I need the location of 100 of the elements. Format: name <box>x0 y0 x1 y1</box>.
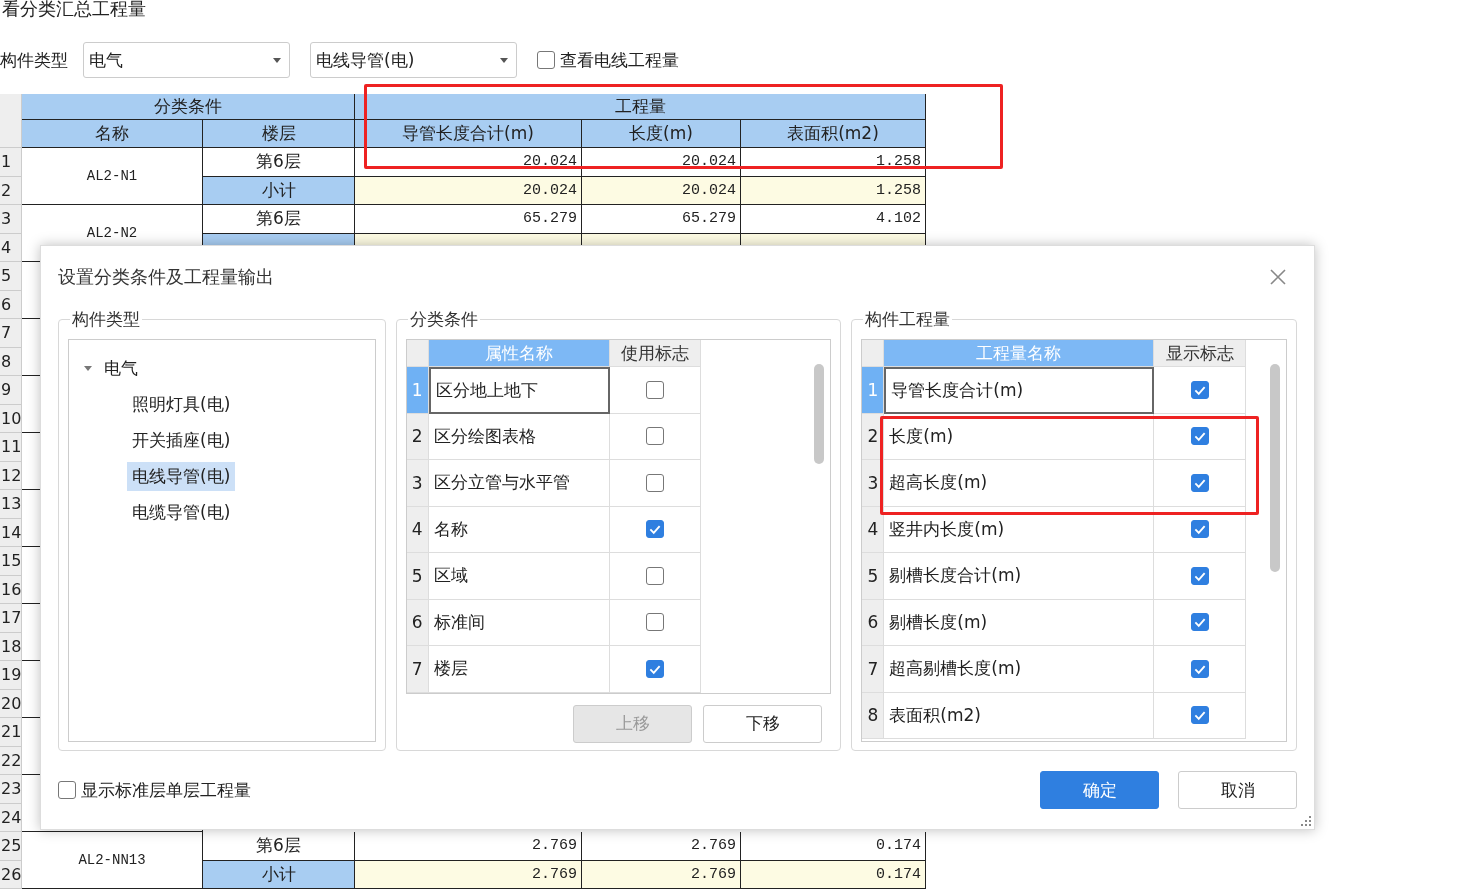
table-cell[interactable]: 表面积(m2) <box>884 692 1155 739</box>
group-title: 构件类型 <box>71 308 141 331</box>
row-number: 15 <box>0 547 22 576</box>
cancel-button[interactable]: 取消 <box>1178 771 1297 809</box>
table-cell[interactable]: 长度(m) <box>884 413 1155 460</box>
table-cell[interactable]: 竖井内长度(m) <box>884 506 1155 553</box>
column-header[interactable]: 显示标志 <box>1154 340 1247 367</box>
row-number: 23 <box>0 775 22 804</box>
column-header: 工程量 <box>355 94 926 120</box>
row-number: 7 <box>0 319 22 348</box>
checkbox[interactable] <box>645 659 664 678</box>
checkbox[interactable] <box>1190 659 1209 678</box>
table-cell: 2.769 <box>355 860 582 889</box>
column-header: 分类条件 <box>22 94 355 120</box>
checkbox[interactable] <box>645 566 664 585</box>
dropdown[interactable]: 电线导管(电) <box>310 42 517 78</box>
checkbox[interactable] <box>1190 566 1209 585</box>
row-number: 4 <box>406 506 429 553</box>
table-cell[interactable]: 区分地上地下 <box>428 367 610 414</box>
caret-icon[interactable] <box>500 57 508 63</box>
table-cell: 1.258 <box>741 148 926 177</box>
column-header: 表面积(m2) <box>741 120 926 148</box>
table-cell[interactable]: 区分绘图表格 <box>428 413 610 460</box>
table-cell[interactable]: 名称 <box>428 506 610 553</box>
checkbox[interactable] <box>645 427 664 446</box>
checkbox[interactable] <box>1190 380 1209 399</box>
row-number: 7 <box>862 646 885 693</box>
table-cell[interactable]: 标准间 <box>428 599 610 646</box>
header-corner <box>406 340 429 367</box>
row-number: 17 <box>0 604 22 633</box>
table-cell[interactable]: 区分立管与水平管 <box>428 460 610 507</box>
column-header: 楼层 <box>203 120 355 148</box>
row-number: 8 <box>0 347 22 376</box>
table-cell: 2.769 <box>582 860 741 889</box>
table-cell: 65.279 <box>582 205 741 234</box>
table-cell[interactable]: 超高剔槽长度(m) <box>884 646 1155 693</box>
checkbox[interactable] <box>58 781 76 799</box>
table-cell: 1.258 <box>741 176 926 205</box>
row-number: 14 <box>0 518 22 547</box>
dropdown[interactable]: 电气 <box>83 42 290 78</box>
checkbox[interactable] <box>1190 473 1209 492</box>
checkbox[interactable] <box>645 380 664 399</box>
scrollbar-thumb[interactable] <box>814 364 825 464</box>
table-cell: 4.102 <box>741 205 926 234</box>
row-number: 6 <box>862 599 885 646</box>
ok-button[interactable]: 确定 <box>1040 771 1159 809</box>
move-button[interactable]: 下移 <box>703 704 823 743</box>
checkbox-label[interactable]: 显示标准层单层工程量 <box>81 778 251 802</box>
row-number: 10 <box>0 404 22 433</box>
table-cell: 第6层 <box>203 832 355 861</box>
checkbox[interactable] <box>537 51 555 69</box>
scrollbar-thumb[interactable] <box>1270 364 1280 572</box>
tree-item[interactable]: 电气 <box>99 353 143 383</box>
row-number: 5 <box>0 262 22 291</box>
row-number: 1 <box>406 367 429 414</box>
tree-item[interactable]: 照明灯具(电) <box>127 389 236 419</box>
row-number: 12 <box>0 461 22 490</box>
window-title: 看分类汇总工程量 <box>1 0 147 21</box>
checkbox[interactable] <box>1190 613 1209 632</box>
tree-item[interactable]: 电线导管(电) <box>127 461 236 491</box>
table-cell[interactable]: 导管长度合计(m) <box>884 367 1155 414</box>
row-number: 11 <box>0 433 22 462</box>
checkbox[interactable] <box>1190 706 1209 725</box>
row-number: 4 <box>0 233 22 262</box>
checkbox[interactable] <box>645 520 664 539</box>
row-number: 2 <box>406 413 429 460</box>
close-icon[interactable] <box>1269 268 1287 286</box>
row-number: 19 <box>0 661 22 690</box>
tree-item[interactable]: 开关插座(电) <box>127 425 236 455</box>
column-header[interactable]: 使用标志 <box>609 340 701 367</box>
table-cell: 小计 <box>203 860 355 889</box>
group-title: 构件工程量 <box>864 308 952 331</box>
checkbox[interactable] <box>1190 427 1209 446</box>
caret-icon[interactable] <box>83 363 93 373</box>
row-number: 25 <box>0 832 22 861</box>
checkbox-label[interactable]: 查看电线工程量 <box>560 48 679 72</box>
row-number: 26 <box>0 860 22 889</box>
header-corner <box>862 340 885 367</box>
caret-icon[interactable] <box>273 57 281 63</box>
table-cell[interactable]: 楼层 <box>428 646 610 693</box>
tree-item[interactable]: 电缆导管(电) <box>127 497 236 527</box>
checkbox[interactable] <box>1190 520 1209 539</box>
row-number: 4 <box>862 506 885 553</box>
row-number: 22 <box>0 746 22 775</box>
field-label: 构件类型 <box>0 48 69 72</box>
table-cell[interactable]: 剔槽长度(m) <box>884 599 1155 646</box>
row-number: 3 <box>0 205 22 234</box>
resize-grip-icon[interactable] <box>1301 816 1311 826</box>
table-cell[interactable]: 超高长度(m) <box>884 460 1155 507</box>
row-number: 8 <box>862 692 885 739</box>
table-cell[interactable]: 剔槽长度合计(m) <box>884 553 1155 600</box>
row-number: 5 <box>862 553 885 600</box>
table-cell: 2.769 <box>582 832 741 861</box>
checkbox[interactable] <box>645 473 664 492</box>
header-corner <box>0 94 22 148</box>
column-header: 长度(m) <box>582 120 741 148</box>
table-cell: 0.174 <box>741 860 926 889</box>
checkbox[interactable] <box>645 613 664 632</box>
table-cell[interactable]: 区域 <box>428 553 610 600</box>
row-number: 1 <box>862 367 885 414</box>
